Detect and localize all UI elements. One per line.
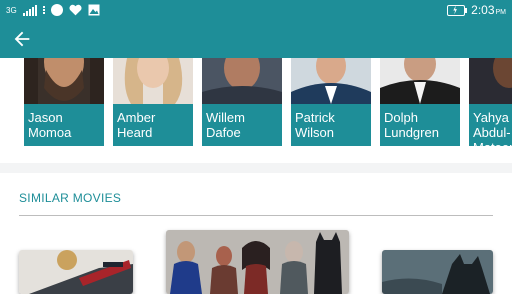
similar-movie-poster-3[interactable]	[382, 250, 493, 294]
cast-photo	[24, 58, 104, 104]
more-icon	[42, 6, 45, 14]
cast-card-jason-momoa[interactable]: Jason Momoa	[24, 58, 104, 146]
similar-movie-poster-1[interactable]	[19, 250, 133, 294]
cast-card-dolph-lundgren[interactable]: Dolph Lundgren	[380, 58, 460, 146]
cast-photo	[380, 58, 460, 104]
cast-card-patrick-wilson[interactable]: Patrick Wilson	[291, 58, 371, 146]
cast-name: Jason Momoa	[28, 110, 72, 140]
similar-movies-title: SIMILAR MOVIES	[19, 191, 122, 205]
network-type: 3G	[6, 5, 17, 15]
cast-name: Willem Dafoe	[206, 110, 245, 140]
section-underline	[19, 215, 493, 216]
whatsapp-icon	[50, 4, 63, 16]
cast-card-willem-dafoe[interactable]: Willem Dafoe	[202, 58, 282, 146]
cast-name: Dolph Lundgren	[384, 110, 439, 140]
cast-photo	[202, 58, 282, 104]
battery-charging-icon	[447, 4, 468, 16]
arrow-back-icon[interactable]	[10, 28, 34, 50]
cast-photo	[469, 58, 512, 104]
cast-name: Patrick Wilson	[295, 110, 335, 140]
cast-card-yahya-abdul-mateen[interactable]: YahyaAbdul-Mateen II	[469, 58, 512, 148]
toolbar	[0, 20, 512, 58]
cast-photo	[113, 58, 193, 104]
cast-card-amber-heard[interactable]: Amber Heard	[113, 58, 193, 146]
poster-image	[19, 250, 133, 294]
cast-name: Amber Heard	[117, 110, 156, 140]
status-bar: 3G 2:03PM	[0, 0, 512, 20]
status-time: 2:03PM	[471, 3, 506, 17]
section-divider	[0, 163, 512, 173]
cast-list: Jason Momoa Amber Heard Willem Dafoe Pat…	[0, 58, 512, 148]
heart-icon	[69, 4, 82, 16]
photo-icon	[88, 4, 100, 16]
cast-name: YahyaAbdul-Mateen II	[473, 110, 512, 148]
poster-image	[382, 250, 493, 294]
signal-icon	[22, 4, 37, 16]
similar-movie-poster-2[interactable]	[166, 230, 349, 294]
poster-image	[166, 230, 349, 294]
cast-photo	[291, 58, 371, 104]
